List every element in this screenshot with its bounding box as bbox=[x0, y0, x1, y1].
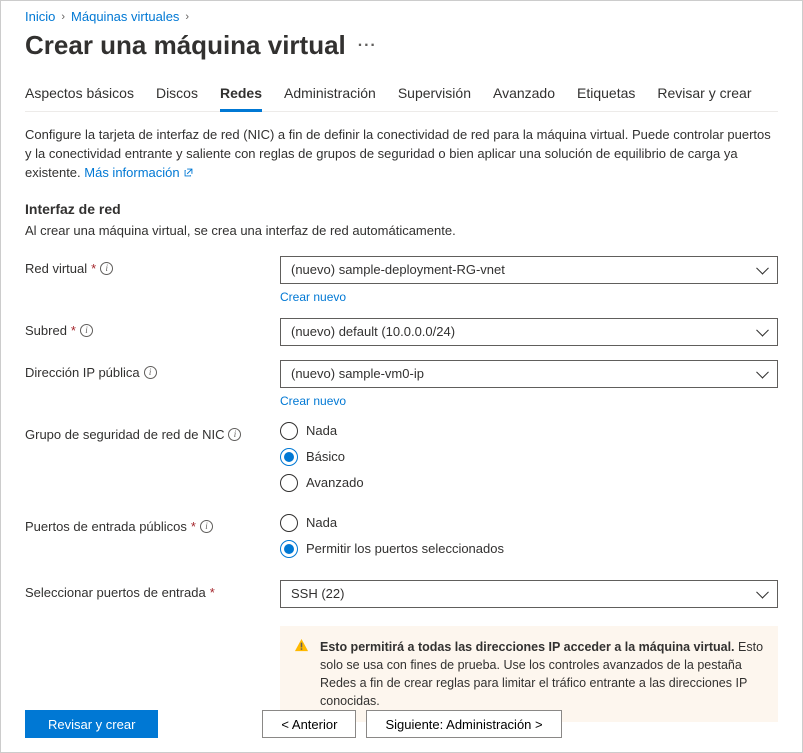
radio-icon bbox=[280, 514, 298, 532]
required-indicator: * bbox=[91, 261, 96, 276]
tab-monitoring[interactable]: Supervisión bbox=[398, 79, 471, 112]
radio-nsg-none-label: Nada bbox=[306, 423, 337, 438]
label-vnet-text: Red virtual bbox=[25, 261, 87, 276]
radio-inbound-none[interactable]: Nada bbox=[280, 514, 778, 532]
radio-nsg-basic[interactable]: Básico bbox=[280, 448, 778, 466]
required-indicator: * bbox=[191, 519, 196, 534]
section-heading: Interfaz de red bbox=[25, 201, 778, 217]
warning-icon bbox=[294, 638, 309, 658]
select-vnet[interactable]: (nuevo) sample-deployment-RG-vnet bbox=[280, 256, 778, 284]
radio-icon bbox=[280, 422, 298, 440]
warning-bold: Esto permitirá a todas las direcciones I… bbox=[320, 640, 735, 654]
radio-inbound-allow[interactable]: Permitir los puertos seleccionados bbox=[280, 540, 778, 558]
label-pip: Dirección IP pública i bbox=[25, 360, 280, 380]
label-ports-text: Seleccionar puertos de entrada bbox=[25, 585, 206, 600]
label-inbound-text: Puertos de entrada públicos bbox=[25, 519, 187, 534]
info-icon[interactable]: i bbox=[200, 520, 213, 533]
next-button[interactable]: Siguiente: Administración > bbox=[366, 710, 561, 738]
row-ports: Seleccionar puertos de entrada * SSH (22… bbox=[25, 580, 778, 608]
required-indicator: * bbox=[210, 585, 215, 600]
select-subnet-value: (nuevo) default (10.0.0.0/24) bbox=[291, 324, 455, 339]
page-title: Crear una máquina virtual bbox=[25, 30, 346, 61]
tab-review[interactable]: Revisar y crear bbox=[657, 79, 751, 112]
section-subtext: Al crear una máquina virtual, se crea un… bbox=[25, 223, 778, 238]
row-inbound: Puertos de entrada públicos * i Nada Per… bbox=[25, 514, 778, 558]
label-nsg: Grupo de seguridad de red de NIC i bbox=[25, 422, 280, 442]
previous-button[interactable]: < Anterior bbox=[262, 710, 356, 738]
required-indicator: * bbox=[71, 323, 76, 338]
radio-inbound-allow-label: Permitir los puertos seleccionados bbox=[306, 541, 504, 556]
intro-text: Configure la tarjeta de interfaz de red … bbox=[25, 126, 778, 183]
label-subnet-text: Subred bbox=[25, 323, 67, 338]
radio-icon bbox=[280, 474, 298, 492]
select-pip[interactable]: (nuevo) sample-vm0-ip bbox=[280, 360, 778, 388]
select-pip-value: (nuevo) sample-vm0-ip bbox=[291, 366, 424, 381]
page-title-row: Crear una máquina virtual ··· bbox=[25, 30, 778, 61]
external-link-icon bbox=[183, 165, 194, 180]
learn-more-label: Más información bbox=[84, 165, 179, 180]
breadcrumb: Inicio › Máquinas virtuales › bbox=[25, 9, 778, 24]
select-vnet-value: (nuevo) sample-deployment-RG-vnet bbox=[291, 262, 505, 277]
label-inbound: Puertos de entrada públicos * i bbox=[25, 514, 280, 534]
label-nsg-text: Grupo de seguridad de red de NIC bbox=[25, 427, 224, 442]
row-subnet: Subred * i (nuevo) default (10.0.0.0/24) bbox=[25, 318, 778, 346]
info-icon[interactable]: i bbox=[144, 366, 157, 379]
radio-icon bbox=[280, 448, 298, 466]
breadcrumb-vms[interactable]: Máquinas virtuales bbox=[71, 9, 179, 24]
info-icon[interactable]: i bbox=[80, 324, 93, 337]
label-pip-text: Dirección IP pública bbox=[25, 365, 140, 380]
tab-management[interactable]: Administración bbox=[284, 79, 376, 112]
radio-nsg-none[interactable]: Nada bbox=[280, 422, 778, 440]
tab-advanced[interactable]: Avanzado bbox=[493, 79, 555, 112]
radio-icon bbox=[280, 540, 298, 558]
radio-nsg-advanced-label: Avanzado bbox=[306, 475, 364, 490]
label-ports: Seleccionar puertos de entrada * bbox=[25, 580, 280, 600]
row-vnet: Red virtual * i (nuevo) sample-deploymen… bbox=[25, 256, 778, 284]
tab-tags[interactable]: Etiquetas bbox=[577, 79, 635, 112]
review-create-button[interactable]: Revisar y crear bbox=[25, 710, 158, 738]
chevron-right-icon: › bbox=[185, 11, 189, 23]
row-nsg: Grupo de seguridad de red de NIC i Nada … bbox=[25, 422, 778, 492]
create-pip-link[interactable]: Crear nuevo bbox=[280, 394, 346, 408]
select-subnet[interactable]: (nuevo) default (10.0.0.0/24) bbox=[280, 318, 778, 346]
tabs: Aspectos básicos Discos Redes Administra… bbox=[25, 79, 778, 112]
tab-disks[interactable]: Discos bbox=[156, 79, 198, 112]
info-icon[interactable]: i bbox=[228, 428, 241, 441]
info-icon[interactable]: i bbox=[100, 262, 113, 275]
row-pip: Dirección IP pública i (nuevo) sample-vm… bbox=[25, 360, 778, 388]
radio-nsg-advanced[interactable]: Avanzado bbox=[280, 474, 778, 492]
footer: Revisar y crear < Anterior Siguiente: Ad… bbox=[25, 710, 778, 738]
label-subnet: Subred * i bbox=[25, 318, 280, 338]
breadcrumb-home[interactable]: Inicio bbox=[25, 9, 55, 24]
more-icon[interactable]: ··· bbox=[358, 37, 377, 55]
learn-more-link[interactable]: Más información bbox=[84, 165, 194, 180]
radio-group-inbound: Nada Permitir los puertos seleccionados bbox=[280, 514, 778, 558]
chevron-right-icon: › bbox=[61, 11, 65, 23]
warning-box: Esto permitirá a todas las direcciones I… bbox=[280, 626, 778, 723]
radio-nsg-basic-label: Básico bbox=[306, 449, 345, 464]
radio-group-nsg: Nada Básico Avanzado bbox=[280, 422, 778, 492]
select-ports[interactable]: SSH (22) bbox=[280, 580, 778, 608]
select-ports-value: SSH (22) bbox=[291, 586, 344, 601]
radio-inbound-none-label: Nada bbox=[306, 515, 337, 530]
label-vnet: Red virtual * i bbox=[25, 256, 280, 276]
tab-basics[interactable]: Aspectos básicos bbox=[25, 79, 134, 112]
create-vnet-link[interactable]: Crear nuevo bbox=[280, 290, 346, 304]
tab-networking[interactable]: Redes bbox=[220, 79, 262, 112]
